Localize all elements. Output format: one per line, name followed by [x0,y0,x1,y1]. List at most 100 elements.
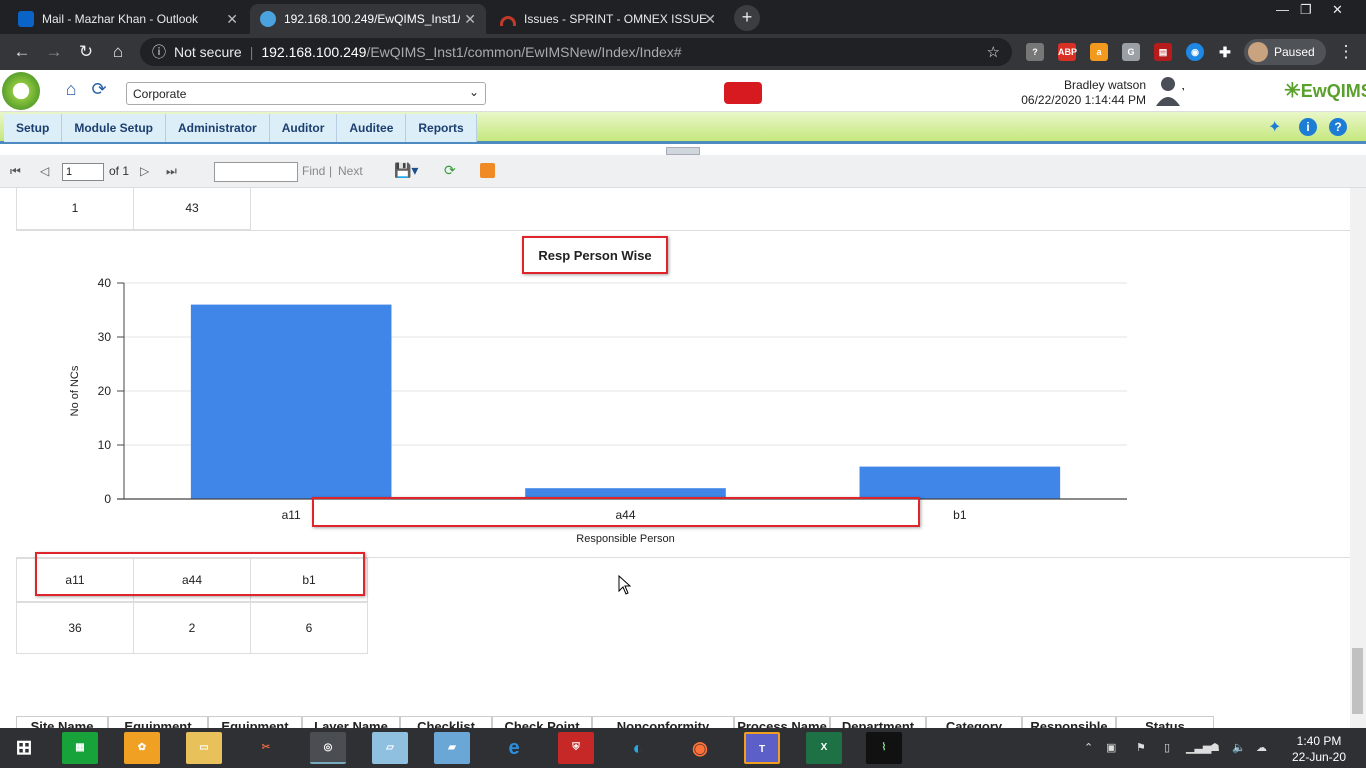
tab-label: Issues - SPRINT - OMNEX ISSUE [524,12,708,26]
teams-icon[interactable]: T [744,732,780,764]
puzzle-icon[interactable]: ✚ [1216,43,1234,61]
find-input[interactable] [214,162,298,182]
extension-icon[interactable]: ? [1026,43,1044,61]
tab-outlook[interactable]: Mail - Mazhar Khan - Outlook ✕ [8,4,248,34]
close-window-icon[interactable]: ✕ [1332,2,1343,18]
column-header[interactable]: Nonconformity [592,716,734,728]
info-icon[interactable]: i [1299,118,1317,136]
back-icon[interactable]: ← [12,42,32,62]
column-header[interactable]: Department [830,716,926,728]
pin-icon[interactable]: ✦ [1268,117,1281,137]
refresh-report-icon[interactable]: ⟳ [444,162,456,179]
profile-button[interactable]: Paused [1244,39,1326,65]
export-save-icon[interactable]: 💾▾ [394,162,418,179]
table-cell: 2 [133,602,251,654]
close-tab-icon[interactable]: ✕ [704,11,716,28]
menu-auditee[interactable]: Auditee [337,114,407,142]
print-layout-icon[interactable] [480,163,495,178]
chrome-icon[interactable]: ◎ [310,732,346,764]
column-header[interactable]: Responsible Person [1022,716,1116,728]
file-explorer-icon[interactable]: ▭ [186,732,222,764]
home-icon[interactable]: ⌂ [108,42,128,62]
tray-app-icon[interactable]: ▣ [1106,741,1116,754]
flag-icon[interactable]: ⚑ [1136,741,1146,754]
help-icon[interactable]: ? [1329,118,1347,136]
user-name: Bradley watson [1063,78,1146,92]
close-tab-icon[interactable]: ✕ [460,11,476,28]
brand-text: EwQIMS [1300,81,1366,101]
bar [859,466,1061,499]
home-icon[interactable]: ⌂ [60,78,82,100]
report-toolbar: ⏮ ◁ of 1 ▷ ⏭ Find | Next 💾▾ ⟳ [0,155,1366,188]
menu-auditor[interactable]: Auditor [269,114,338,142]
refresh-icon[interactable]: ⟳ [88,78,110,100]
minimize-icon[interactable]: — [1276,2,1289,17]
column-header[interactable]: Check Point [492,716,592,728]
windows-start-icon[interactable]: ⊞ [6,732,42,764]
column-header[interactable]: Equipment Code [108,716,208,728]
adblock-icon[interactable]: ABP [1058,43,1077,61]
url-bar[interactable]: ⓘ Not secure | 192.168.100.249/EwQIMS_In… [140,38,1012,66]
vertical-scrollbar[interactable] [1350,188,1366,728]
menu-setup[interactable]: Setup [4,114,63,142]
user-avatar-icon[interactable] [1154,74,1184,108]
tab-issues[interactable]: Issues - SPRINT - OMNEX ISSUE ✕ [490,4,726,34]
notes-icon[interactable]: ▰ [434,732,470,764]
url-text[interactable]: 192.168.100.249/EwQIMS_Inst1/common/EwIM… [261,44,681,60]
pdf-icon[interactable]: ▤ [1154,43,1172,61]
column-header[interactable]: Checklist Name [400,716,492,728]
first-page-icon[interactable]: ⏮ [10,164,21,179]
page-number-input[interactable] [62,163,104,181]
battery-icon[interactable]: ▯ [1164,741,1170,754]
security-app-icon[interactable]: ⛨ [558,732,594,764]
column-header[interactable]: Status [1116,716,1214,728]
column-header[interactable]: Equipment Name [208,716,302,728]
flower-app-icon[interactable]: ✿ [124,732,160,764]
cloud-icon[interactable]: ☁ [1256,741,1267,754]
column-header[interactable]: Site Name [16,716,108,728]
bookmark-star-icon[interactable]: ☆ [987,43,1000,61]
system-clock[interactable]: 1:40 PM 22-Jun-20 [1284,733,1354,765]
menu-administrator[interactable]: Administrator [166,114,270,142]
terminal-app-icon[interactable]: ⌇ [866,732,902,764]
column-header[interactable]: Process Name [734,716,830,728]
g-extension-icon[interactable]: G [1122,43,1140,61]
scrollbar-thumb[interactable] [1352,648,1363,714]
column-header[interactable]: Category [926,716,1022,728]
next-page-icon[interactable]: ▷ [140,164,149,178]
snipping-tool-icon[interactable]: ✂ [248,732,284,764]
menu-kebab-icon[interactable]: ⋮ [1336,42,1356,62]
column-header[interactable]: Layer Name [302,716,400,728]
close-tab-icon[interactable]: ✕ [226,11,238,28]
forward-icon[interactable]: → [44,42,64,62]
network-icon[interactable]: ▁▃▅ [1186,741,1211,754]
prev-page-icon[interactable]: ◁ [40,164,49,178]
excel-icon[interactable]: X [806,732,842,764]
new-tab-button[interactable]: + [734,5,760,31]
main-menu: Setup Module Setup Administrator Auditor… [0,112,1366,144]
menu-module-setup[interactable]: Module Setup [62,114,167,142]
teams-tray-icon[interactable]: ☗ [1210,741,1220,754]
tray-chevron-icon[interactable]: ⌃ [1084,741,1093,754]
sticky-notes-icon[interactable]: ▱ [372,732,408,764]
report-content: 1 43 Resp Person Wise 0 10 20 30 40 a11 a44 b1 R… [0,188,1366,728]
collapse-handle[interactable] [666,147,700,155]
restore-icon[interactable]: ❐ [1300,2,1312,18]
site-select[interactable]: Corporate ⌄ [126,82,486,105]
tab-ewqims[interactable]: 192.168.100.249/EwQIMS_Inst1/c ✕ [250,4,486,34]
store-icon[interactable]: ▦ [62,732,98,764]
firefox-icon[interactable]: ◉ [682,732,718,764]
ext-globe-icon[interactable]: ◉ [1186,43,1204,61]
volume-icon[interactable]: 🔈 [1232,741,1246,754]
x-tick-label: a11 [282,508,301,522]
last-page-icon[interactable]: ⏭ [166,164,177,179]
amazon-icon[interactable]: a [1090,43,1108,61]
edge-icon[interactable]: ◐ [620,732,656,764]
next-link[interactable]: Next [338,164,363,178]
find-link[interactable]: Find [302,164,325,178]
reload-icon[interactable]: ↻ [76,42,96,62]
mouse-cursor-icon [618,575,632,595]
info-icon[interactable]: ⓘ [152,42,166,62]
ie-icon[interactable]: e [496,732,532,764]
menu-reports[interactable]: Reports [406,114,477,142]
